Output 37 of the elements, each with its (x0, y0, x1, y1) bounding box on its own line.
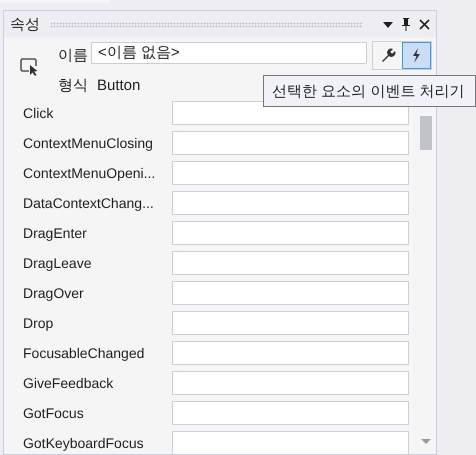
event-name: DataContextChang... (23, 194, 155, 213)
scrollbar-thumb[interactable] (420, 116, 432, 150)
handler-field[interactable] (172, 311, 409, 335)
event-name: GotKeyboardFocus (23, 434, 145, 453)
event-name: Click (23, 104, 54, 122)
close-icon[interactable] (419, 19, 430, 30)
handler-field[interactable] (172, 191, 409, 215)
type-value: Button (97, 76, 140, 96)
event-name: GotFocus (23, 404, 85, 422)
event-name: ContextMenuClosing (23, 134, 154, 153)
event-name: DragEnter (23, 224, 88, 243)
scroll-down-icon[interactable] (421, 439, 431, 444)
type-label: 형식 (58, 76, 88, 96)
dropdown-icon[interactable] (383, 22, 393, 28)
event-name: DragOver (23, 284, 85, 303)
event-name: Drop (23, 314, 54, 333)
event-name: DragLeave (23, 254, 92, 273)
handler-field[interactable] (172, 221, 409, 245)
handler-field[interactable] (172, 371, 409, 395)
panel-title: 속성 (10, 17, 40, 32)
selection-icon (20, 58, 39, 76)
handler-field[interactable] (172, 281, 409, 305)
handler-field[interactable] (172, 431, 409, 455)
handler-field[interactable] (172, 341, 409, 365)
event-name: FocusableChanged (23, 344, 146, 363)
event-name: GiveFeedback (23, 374, 114, 392)
event-name: ContextMenuOpeni... (23, 164, 156, 183)
handler-field[interactable] (172, 161, 409, 185)
name-field[interactable]: <이름 없음> (91, 42, 367, 64)
handler-field[interactable] (172, 251, 409, 275)
name-label: 이름 (58, 46, 88, 66)
tooltip: 선택한 요소의 이벤트 처리기 (263, 75, 476, 107)
handler-field[interactable] (172, 131, 409, 155)
events-button[interactable] (402, 42, 431, 69)
handler-field[interactable] (172, 401, 409, 425)
drag-grip[interactable] (50, 22, 363, 28)
pin-icon[interactable] (401, 18, 411, 31)
